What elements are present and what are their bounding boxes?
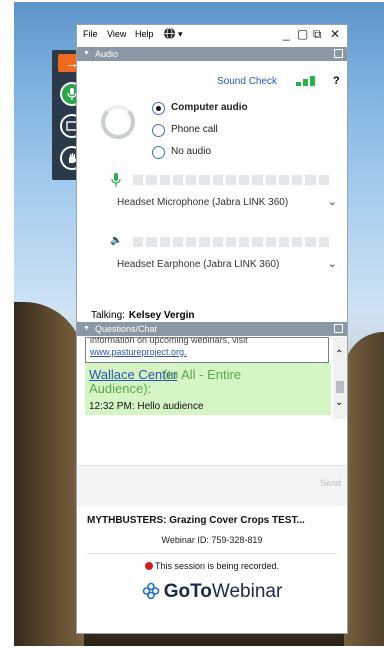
language-dropdown-caret[interactable]: ▾ <box>178 29 183 40</box>
recording-dot-icon <box>144 562 153 570</box>
audio-section-header[interactable]: ▼ Audio <box>77 47 347 61</box>
microphone-select-value: Headset Microphone (Jabra LINK 360) <box>117 197 289 208</box>
radio-no-audio[interactable] <box>152 146 165 159</box>
speaker-select-value: Headset Earphone (Jabra LINK 360) <box>117 259 280 270</box>
scrollbar-thumb[interactable] <box>336 381 344 393</box>
chevron-down-icon: ⌄ <box>327 196 337 208</box>
chat-composer[interactable]: Send <box>77 465 347 506</box>
signal-bars-icon <box>296 76 316 86</box>
chat-scrollbar[interactable]: ⌃ ⌄ <box>333 337 347 419</box>
recording-notice: This session is being recorded. <box>77 561 347 571</box>
speaker-icon: 🔈 <box>110 235 123 246</box>
popout-button[interactable]: ⧉ <box>313 27 322 42</box>
microphone-level-meter <box>133 175 329 185</box>
label-computer-audio: Computer audio <box>171 102 248 113</box>
audio-section-title: Audio <box>95 49 119 59</box>
menu-bar: File View Help ▾ _ ▢ ⧉ ✕ <box>77 25 347 45</box>
menu-file[interactable]: File <box>83 29 98 39</box>
globe-icon[interactable] <box>163 27 176 42</box>
menu-view[interactable]: View <box>107 29 126 39</box>
chat-message-previous: information on upcoming webinars, visit … <box>85 337 329 363</box>
radio-phone-call[interactable] <box>152 124 165 137</box>
popout-section-icon[interactable] <box>334 49 343 58</box>
popout-section-icon[interactable] <box>334 324 343 333</box>
loading-spinner-icon <box>101 105 135 139</box>
chevron-up-icon[interactable]: ⌃ <box>335 349 343 360</box>
chevron-down-icon: ⌄ <box>327 258 337 270</box>
chevron-down-icon[interactable]: ⌄ <box>335 397 343 408</box>
divider <box>87 553 337 554</box>
recording-text: This session is being recorded. <box>154 561 280 571</box>
microphone-select[interactable]: Headset Microphone (Jabra LINK 360) ⌄ <box>113 195 339 211</box>
gotowebinar-logo: GoToWebinar <box>77 581 347 603</box>
chat-recipient-line-1: (to All - Entire <box>163 367 242 382</box>
talking-name: Kelsey Vergin <box>128 310 195 321</box>
webinar-id: Webinar ID: 759-328-819 <box>161 535 263 545</box>
gotowebinar-flower-icon <box>142 582 160 600</box>
collapse-triangle-icon: ▼ <box>83 50 90 57</box>
chat-message-text: 12:32 PM: Hello audience <box>89 401 204 412</box>
sound-check-link[interactable]: Sound Check <box>217 76 277 87</box>
close-button[interactable]: ✕ <box>330 27 340 41</box>
label-phone-call: Phone call <box>171 124 218 135</box>
restore-button[interactable]: ▢ <box>297 27 308 41</box>
chat-section-title: Questions/Chat <box>95 324 158 334</box>
rock-formation-right <box>344 332 384 646</box>
help-icon[interactable]: ? <box>333 75 340 87</box>
menu-help[interactable]: Help <box>135 29 154 39</box>
speaker-select[interactable]: Headset Earphone (Jabra LINK 360) ⌄ <box>113 257 339 273</box>
gotowebinar-panel: File View Help ▾ _ ▢ ⧉ ✕ ▼ Audio Sound C… <box>76 24 348 634</box>
label-no-audio: No audio <box>171 146 212 157</box>
minimize-button[interactable]: _ <box>283 27 290 41</box>
send-button[interactable]: Send <box>320 478 341 488</box>
brand-goto: GoTo <box>163 581 212 602</box>
talking-indicator: Talking: Kelsey Vergin <box>91 310 195 321</box>
chat-previous-text: information on upcoming webinars, visit <box>90 337 248 345</box>
speaker-level-meter <box>133 237 329 247</box>
chat-message-highlighted: Wallace Center (to All - Entire Audience… <box>85 363 331 415</box>
radio-computer-audio[interactable] <box>152 102 165 115</box>
chat-previous-link[interactable]: www.pastureproject.org. <box>90 347 187 357</box>
chat-section-header[interactable]: ▼ Questions/Chat <box>77 322 347 336</box>
chat-log[interactable]: information on upcoming webinars, visit … <box>83 337 333 419</box>
microphone-level-icon <box>111 173 121 187</box>
collapse-triangle-icon: ▼ <box>83 325 90 332</box>
chat-recipient-line-2: Audience): <box>89 381 152 396</box>
brand-webinar: Webinar <box>211 581 283 602</box>
talking-label: Talking: <box>91 310 125 321</box>
rock-formation-left <box>14 302 84 646</box>
webinar-title: MYTHBUSTERS: Grazing Cover Crops TEST... <box>87 515 305 526</box>
